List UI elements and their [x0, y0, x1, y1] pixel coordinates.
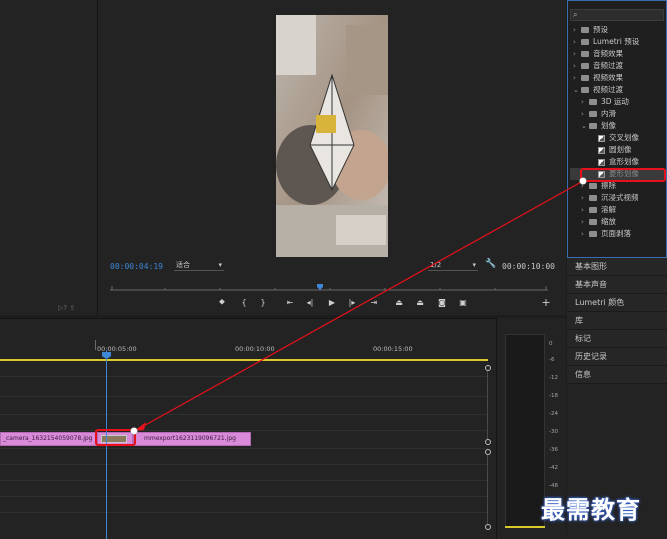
drag-arrow — [130, 177, 587, 435]
brand-watermark: 最需教育 — [541, 495, 641, 524]
